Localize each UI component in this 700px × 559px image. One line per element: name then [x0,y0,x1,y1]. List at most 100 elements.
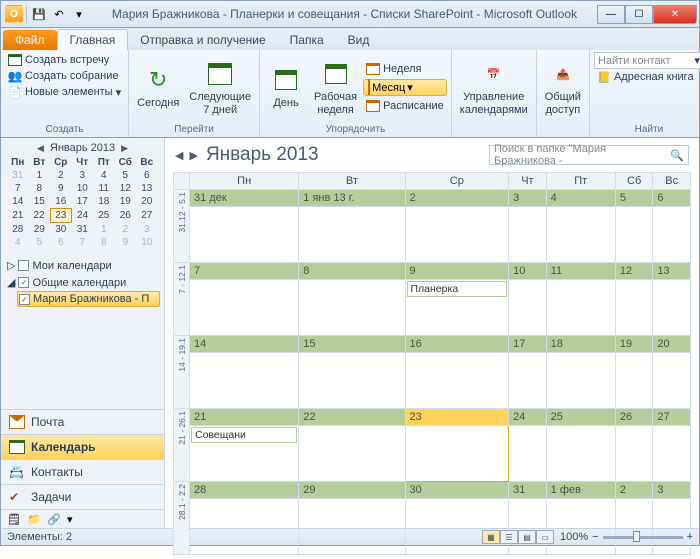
date-header[interactable]: 31 [509,482,547,499]
minical-day[interactable]: 15 [29,195,51,209]
date-header[interactable]: 15 [299,336,405,353]
nav-calendar[interactable]: Календарь [1,434,164,459]
minical-day[interactable]: 17 [72,195,94,209]
day-cell[interactable] [653,426,691,482]
day-cell[interactable] [509,280,547,336]
minimize-button[interactable]: — [597,5,625,24]
date-header[interactable]: 26 [615,409,653,426]
next7days-button[interactable]: Следующие 7 дней [185,52,255,123]
nav-tasks[interactable]: ✔Задачи [1,484,164,509]
app-icon[interactable]: O [5,5,23,23]
date-header[interactable]: 27 [653,409,691,426]
minical-day[interactable]: 4 [93,169,115,182]
minical-day[interactable]: 13 [136,182,158,195]
date-header[interactable]: 1 фев [546,482,615,499]
day-cell[interactable] [509,426,547,482]
minical-day[interactable]: 6 [136,169,158,182]
day-cell[interactable] [190,353,299,409]
day-cell[interactable] [653,499,691,555]
minical-day[interactable]: 3 [72,169,94,182]
day-cell[interactable] [405,207,509,263]
date-header[interactable]: 11 [546,263,615,280]
day-cell[interactable] [546,499,615,555]
date-header[interactable]: 29 [299,482,405,499]
minical-day[interactable]: 7 [7,182,29,195]
minical-day[interactable]: 10 [72,182,94,195]
week-label[interactable]: 31.12 - 5.1 [174,190,190,263]
day-cell[interactable]: Планерка [405,280,509,336]
week-label[interactable]: 28.1 - 2.2 [174,482,190,555]
date-header[interactable]: 8 [299,263,405,280]
month-view-button[interactable]: Месяц ▾ [363,79,447,96]
folder-icon[interactable]: 📁 [27,513,41,525]
minical-day[interactable]: 1 [29,169,51,182]
day-cell[interactable] [653,207,691,263]
minical-day[interactable]: 31 [72,223,94,237]
date-header[interactable]: 30 [405,482,509,499]
minical-day[interactable]: 11 [93,182,115,195]
date-header[interactable]: 28 [190,482,299,499]
week-label[interactable]: 7 - 12.1 [174,263,190,336]
week-label[interactable]: 14 - 19.1 [174,336,190,409]
calendar-event[interactable]: Совещани [191,427,297,443]
day-cell[interactable] [405,426,509,482]
minical-day[interactable]: 16 [50,195,72,209]
day-cell[interactable] [190,280,299,336]
day-cell[interactable] [653,353,691,409]
day-cell[interactable] [190,499,299,555]
date-header[interactable]: 25 [546,409,615,426]
qat-undo-icon[interactable]: ↶ [50,5,68,23]
day-cell[interactable] [509,207,547,263]
search-input[interactable]: Поиск в папке "Мария Бражникова - 🔍 [489,145,689,165]
nav-contacts[interactable]: 📇Контакты [1,459,164,484]
minical-day[interactable]: 8 [93,236,115,249]
maximize-button[interactable]: ☐ [625,5,653,24]
day-cell[interactable] [615,207,653,263]
new-items-button[interactable]: 📄Новые элементы ▾ [5,84,124,100]
new-appointment-button[interactable]: Создать встречу [5,52,124,68]
minical-day[interactable]: 22 [29,209,51,223]
date-header[interactable]: 18 [546,336,615,353]
date-header[interactable]: 4 [546,190,615,207]
day-cell[interactable] [509,353,547,409]
minical-day[interactable]: 6 [50,236,72,249]
workweek-view-button[interactable]: Рабочая неделя [310,52,361,123]
nav-mail[interactable]: Почта [1,409,164,434]
checkbox[interactable] [18,260,29,271]
minical-day[interactable]: 9 [115,236,137,249]
date-header[interactable]: 6 [653,190,691,207]
minical-day[interactable]: 26 [115,209,137,223]
date-header[interactable]: 13 [653,263,691,280]
calendar-entry[interactable]: ✓Мария Бражникова - П [17,291,160,307]
shared-calendars-node[interactable]: ◢✓Общие календари [5,274,160,291]
minical-day[interactable]: 8 [29,182,51,195]
day-view-button[interactable]: День [264,52,308,123]
minical-day[interactable]: 19 [115,195,137,209]
date-header[interactable]: 16 [405,336,509,353]
date-header[interactable]: 9 [405,263,509,280]
cal-prev-button[interactable]: ◀ [175,149,183,162]
day-cell[interactable] [299,426,405,482]
share-button[interactable]: 📤 Общий доступ [541,52,585,123]
week-view-button[interactable]: Неделя [363,61,447,77]
minical-day[interactable]: 27 [136,209,158,223]
qat-dropdown-icon[interactable]: ▾ [70,5,88,23]
date-header[interactable]: 10 [509,263,547,280]
shortcuts-icon[interactable]: 🔗 [47,513,61,525]
tab-view[interactable]: Вид [336,30,382,50]
day-cell[interactable] [299,353,405,409]
minical-day[interactable]: 30 [50,223,72,237]
date-header[interactable]: 2 [615,482,653,499]
date-header[interactable]: 21 [190,409,299,426]
minical-grid[interactable]: ПнВтСрЧтПтСбВс 3112345678910111213141516… [7,156,158,249]
date-header[interactable]: 14 [190,336,299,353]
minical-prev-button[interactable]: ◀ [37,143,44,154]
calendar-event[interactable]: Планерка [407,281,508,297]
day-cell[interactable] [546,353,615,409]
checkbox[interactable]: ✓ [18,277,29,288]
minical-day[interactable]: 24 [72,209,94,223]
file-tab[interactable]: Файл [3,30,57,50]
tab-home[interactable]: Главная [57,29,129,50]
minical-day[interactable]: 14 [7,195,29,209]
day-cell[interactable] [299,499,405,555]
